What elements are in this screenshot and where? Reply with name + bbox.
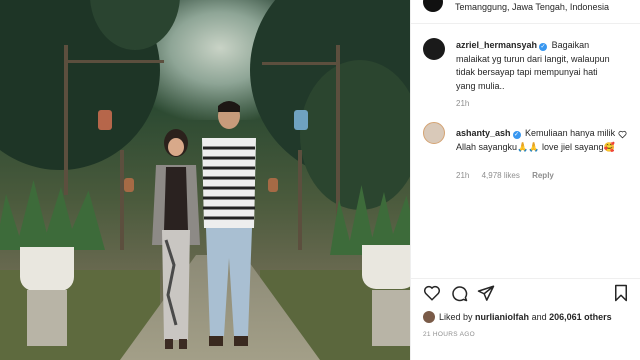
caption-text-block: azriel_hermansyah ✓ Bagaikan malaikat yg … <box>456 39 616 93</box>
divider <box>411 278 640 279</box>
action-bar <box>411 284 640 308</box>
comment-text-block: ashanty_ash ✓ Kemuliaan hanya milik Allah… <box>456 127 616 154</box>
post-header: Temanggung, Jawa Tengah, Indonesia <box>411 0 640 14</box>
comment-icon[interactable] <box>450 284 468 302</box>
comment-time[interactable]: 21h <box>456 171 469 180</box>
lamp-post <box>120 150 124 250</box>
heart-icon[interactable] <box>423 284 441 302</box>
caption: azriel_hermansyah ✓ Bagaikan malaikat yg … <box>411 38 640 108</box>
reply-button[interactable]: Reply <box>532 171 554 180</box>
caption-username[interactable]: azriel_hermansyah <box>456 40 537 50</box>
lamp-arm <box>262 62 338 65</box>
caption-time[interactable]: 21h <box>456 99 469 108</box>
lamp-post <box>298 150 302 250</box>
lantern <box>268 178 278 192</box>
lamp-post <box>64 45 68 195</box>
lantern <box>124 178 134 192</box>
lamp-arm <box>64 60 164 63</box>
avatar[interactable] <box>423 122 445 144</box>
comment-item: ashanty_ash ✓ Kemuliaan hanya milik Allah… <box>411 122 640 192</box>
comment-username[interactable]: ashanty_ash <box>456 128 511 138</box>
lantern <box>294 110 308 130</box>
likes-summary: Liked by nurlianiolfah and 206,061 other… <box>423 311 612 323</box>
post-location[interactable]: Temanggung, Jawa Tengah, Indonesia <box>455 2 609 12</box>
share-icon[interactable] <box>477 284 495 302</box>
comment-heart-icon[interactable] <box>618 130 627 139</box>
likes-prefix: Liked by <box>439 312 473 322</box>
verified-badge-icon: ✓ <box>512 131 521 139</box>
planter-pedestal <box>27 290 67 346</box>
avatar[interactable] <box>423 38 445 60</box>
likes-conjunction: and <box>531 312 547 322</box>
comment-meta: 21h 4,978 likes Reply <box>456 171 564 180</box>
comment-likes[interactable]: 4,978 likes <box>482 171 520 180</box>
verified-badge-icon: ✓ <box>539 43 548 51</box>
planter-pot <box>20 247 74 291</box>
post-time[interactable]: 21 HOURS AGO <box>423 331 475 338</box>
bookmark-icon[interactable] <box>613 284 629 302</box>
planter-pot <box>362 245 410 289</box>
photo-tree <box>300 60 410 210</box>
caption-meta: 21h <box>456 99 479 108</box>
lantern <box>98 110 112 130</box>
likes-count[interactable]: 206,061 others <box>549 312 612 322</box>
man-figure <box>202 101 256 346</box>
avatar[interactable] <box>423 0 443 12</box>
likes-user[interactable]: nurlianiolfah <box>475 312 529 322</box>
divider <box>411 23 640 24</box>
post-side-panel: Temanggung, Jawa Tengah, Indonesia azrie… <box>410 0 640 360</box>
plant <box>0 180 105 250</box>
planter-pedestal <box>372 290 410 346</box>
post-photo[interactable] <box>0 0 410 360</box>
avatar[interactable] <box>423 311 435 323</box>
